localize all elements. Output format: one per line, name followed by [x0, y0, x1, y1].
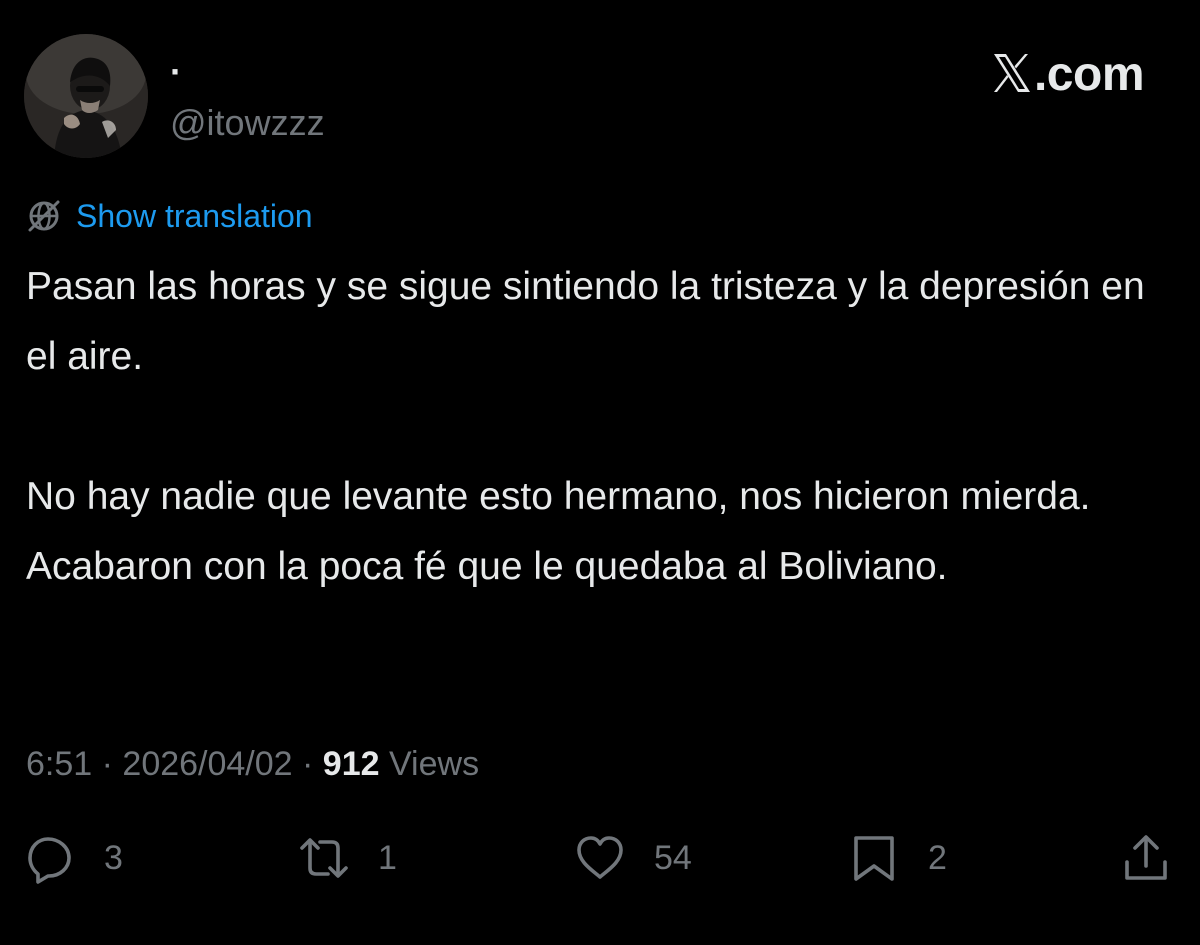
- avatar-image: [24, 34, 148, 158]
- views-count: 912: [322, 745, 380, 783]
- reply-button[interactable]: 3: [24, 826, 123, 890]
- heart-icon: [577, 836, 623, 879]
- bookmark-button[interactable]: 2: [848, 826, 947, 890]
- share-icon: [1125, 835, 1167, 880]
- action-bar: 3 1 54 2: [0, 826, 1200, 890]
- brand-watermark: .com: [992, 48, 1145, 101]
- x-logo-icon: [992, 52, 1032, 94]
- user-handle[interactable]: @itowzzz: [170, 102, 325, 144]
- reply-count: 3: [104, 839, 123, 877]
- like-button[interactable]: 54: [574, 826, 692, 890]
- tweet-paragraph: No hay nadie que levante esto hermano, n…: [26, 475, 1091, 588]
- translation-row[interactable]: Show translation: [26, 196, 313, 236]
- repost-icon: [300, 838, 348, 878]
- tweet-text: Pasan las horas y se sigue sintiendo la …: [26, 252, 1176, 602]
- brand-suffix: .com: [1033, 48, 1145, 101]
- tweet-date[interactable]: 2026/04/02: [122, 745, 292, 783]
- views-label: Views: [388, 745, 480, 783]
- reply-icon: [28, 837, 71, 884]
- avatar[interactable]: [24, 34, 148, 158]
- tweet-paragraph: Pasan las horas y se sigue sintiendo la …: [26, 265, 1145, 378]
- tweet-card: · @itowzzz .com Show translation Pasan l…: [0, 0, 1200, 945]
- repost-button[interactable]: 1: [298, 826, 397, 890]
- meta-separator: ·: [292, 745, 323, 783]
- show-translation-link[interactable]: Show translation: [76, 196, 313, 236]
- bookmark-icon: [854, 836, 894, 881]
- like-count: 54: [654, 839, 692, 877]
- share-button[interactable]: [1120, 826, 1172, 890]
- tweet-metadata: 6:51 · 2026/04/02 · 912 Views: [26, 740, 479, 788]
- meta-separator: ·: [92, 745, 123, 783]
- display-name[interactable]: ·: [170, 52, 182, 92]
- repost-count: 1: [378, 839, 397, 877]
- bookmark-count: 2: [928, 839, 947, 877]
- globe-icon: [28, 200, 60, 232]
- tweet-time[interactable]: 6:51: [26, 745, 92, 783]
